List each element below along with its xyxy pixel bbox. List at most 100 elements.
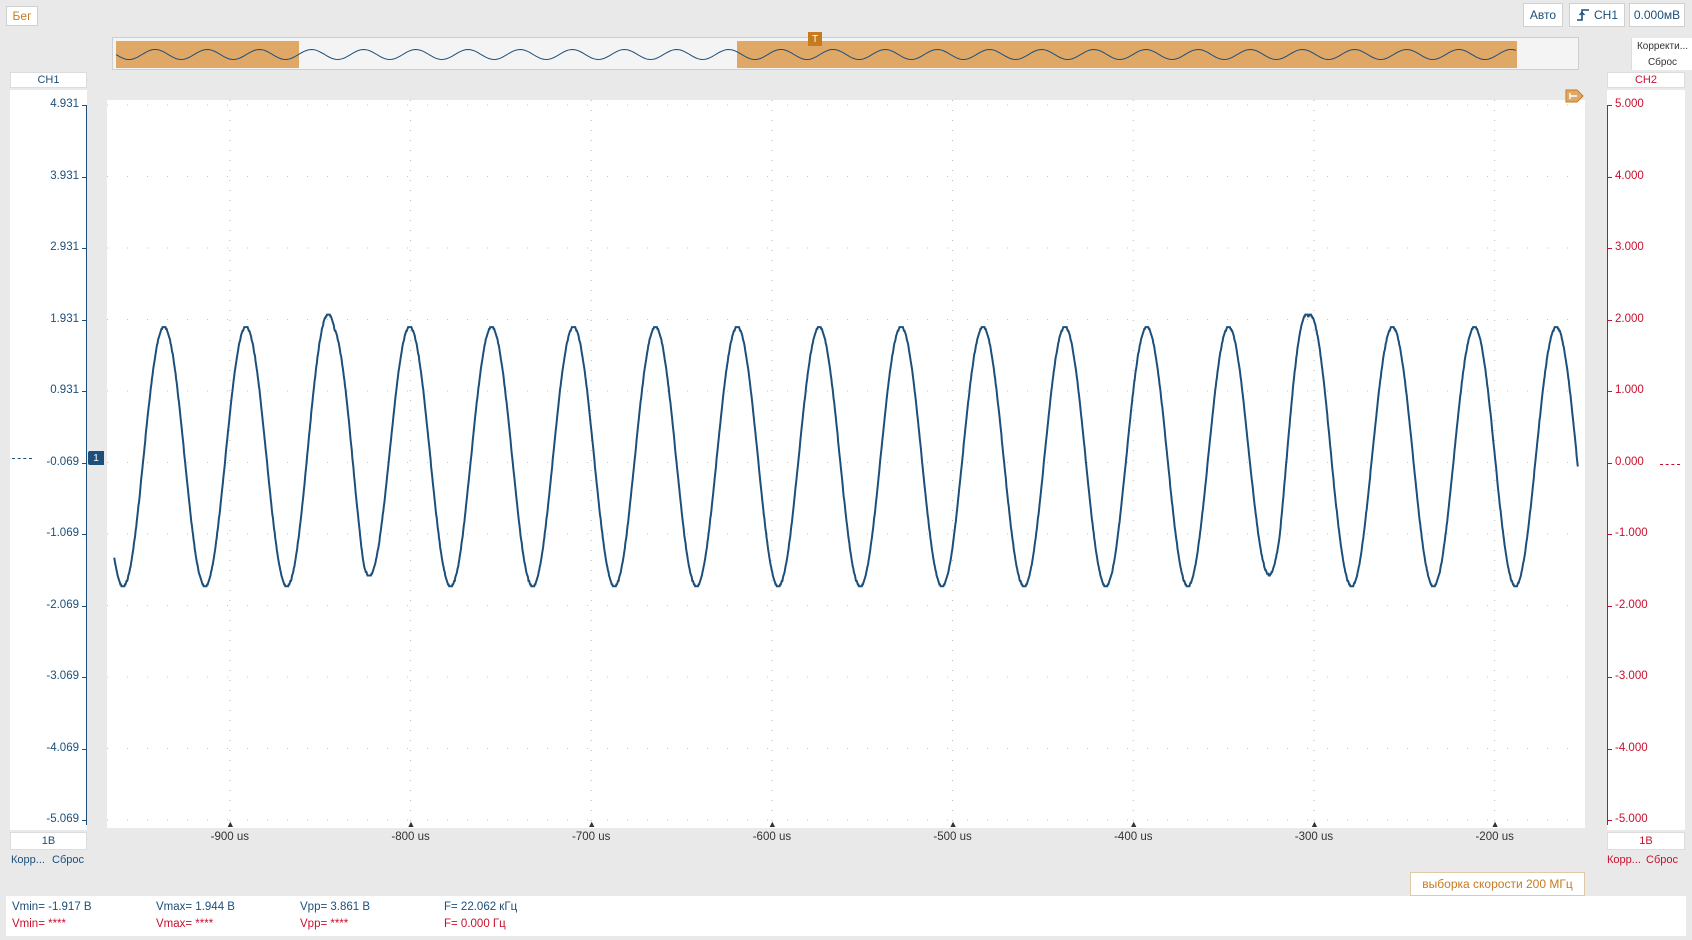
ch1-zero-dash [12,458,32,459]
waveform-svg [107,100,1585,828]
trigger-level-button[interactable]: 0.000мВ [1629,3,1685,27]
ch2-y-tick-mark [1607,391,1612,392]
x-tick-label: -600 us [752,831,792,843]
ch1-correct-link[interactable]: Корр... [11,854,45,866]
ch2-y-tick: 3.000 [1615,241,1644,253]
ch1-scale-button[interactable]: 1В [10,832,87,850]
ch2-y-tick-mark [1607,319,1612,321]
ch2-y-tick-mark [1607,105,1612,106]
sample-rate-indicator: выборка скорости 200 МГц [1410,872,1585,896]
measurements-panel: Vmin= -1.917 В Vmax= 1.944 В Vpp= 3.861 … [6,896,1686,936]
ch1-y-tick-mark [82,605,87,607]
ch1-offset-marker[interactable]: 1 [88,451,104,465]
ch2-scale-label: 1В [1639,835,1653,847]
ch1-y-tick-mark [82,677,87,678]
ch2-axis: 5.000 4.000 3.000 2.000 1.000 0.000 -1.000 -2.0… [1607,90,1685,830]
ch1-y-tick: -4.069 [46,741,79,754]
overview-reset-button[interactable]: Сброс [1631,54,1692,70]
ch1-header[interactable]: CH1 [10,72,87,88]
x-tick-mark: ▲ [767,819,777,829]
x-tick-mark: ▲ [1490,819,1500,829]
ch2-y-tick-mark [1607,534,1612,535]
x-tick-label: -800 us [391,831,430,843]
x-tick-mark: ▲ [587,819,597,829]
ch1-axis: 4.931 3.931 2.931 1.931 0.931 -0.069 -1.069 -2.… [10,90,87,830]
ch1-y-tick-mark [82,462,87,464]
ch1-y-tick: -5.069 [46,813,79,825]
ch2-y-tick-mark [1607,820,1612,821]
ch1-y-tick: 1.931 [50,312,79,325]
ch1-y-tick: 3.931 [50,169,79,182]
ch1-y-tick: 2.931 [50,241,79,253]
ch2-vpp: Vpp= **** [300,918,349,930]
x-tick-label: -500 us [933,831,972,843]
trigger-position-marker[interactable]: T [808,32,822,46]
ch2-axis-line [1607,105,1608,825]
ch2-y-tick: 4.000 [1615,169,1644,182]
ch2-y-tick: -4.000 [1615,741,1648,754]
ch1-waveform [113,313,1579,588]
x-tick-label: -700 us [572,831,611,843]
ch2-vmax: Vmax= **** [156,918,214,930]
x-tick-mark: ▲ [406,819,416,829]
x-tick-label: -200 us [1475,831,1514,843]
ch2-vmin: Vmin= **** [12,918,67,930]
ch1-y-tick-mark [82,391,87,392]
ch2-y-tick-mark [1607,462,1612,464]
ch1-y-tick-mark [82,176,87,178]
ch2-y-tick-mark [1607,605,1612,607]
ch1-y-tick: -3.069 [46,670,79,682]
ch1-y-tick-mark [82,105,87,106]
trigger-channel-label: CH1 [1593,8,1618,22]
ch1-scale-label: 1В [41,835,56,847]
ch2-trigger-marker[interactable] [1565,89,1585,103]
ch1-vpp: Vpp= 3.861 В [300,901,371,913]
x-tick-label: -400 us [1114,831,1153,843]
ch2-y-tick-mark [1607,248,1612,249]
ch1-y-tick-mark [82,248,87,249]
ch1-frequency: F= 22.062 кГц [444,901,518,913]
ch2-y-tick-mark [1607,677,1612,678]
ch2-correct-link[interactable]: Корр... [1607,854,1641,866]
x-tick-mark: ▲ [225,819,235,829]
ch1-vmin: Vmin= -1.917 В [12,901,92,913]
x-tick-label: -900 us [210,831,250,843]
run-status[interactable]: Бег [6,6,38,26]
ch1-y-tick: 0.931 [50,384,79,396]
ch2-y-tick: 2.000 [1615,312,1644,325]
ch2-title: CH2 [1634,74,1657,86]
ch2-y-tick: -5.000 [1615,813,1648,825]
rising-edge-icon [1576,9,1589,21]
ch2-zero-dash [1660,464,1680,465]
ch2-y-tick-mark [1607,176,1612,178]
ch1-axis-line [86,105,87,825]
waveform-plot[interactable] [107,89,1585,828]
ch1-y-tick: -0.069 [46,455,79,468]
x-tick-mark: ▲ [1309,819,1319,829]
ch1-y-tick: 4.931 [50,98,79,110]
ch2-y-tick-mark [1607,748,1612,750]
ch1-y-tick: -1.069 [46,527,79,539]
x-tick-mark: ▲ [1129,819,1139,829]
ch2-frequency: F= 0.000 Гц [444,918,506,930]
trigger-channel-button[interactable]: CH1 [1569,3,1625,27]
ch2-y-tick: -3.000 [1615,670,1648,682]
ch2-scale-button[interactable]: 1В [1607,832,1685,850]
ch1-y-tick: -2.069 [46,598,79,611]
ch2-reset-link[interactable]: Сброс [1646,854,1678,866]
ch1-y-tick-mark [82,820,87,821]
ch2-y-tick: -2.000 [1615,598,1648,611]
ch2-y-tick: 0.000 [1615,455,1644,468]
ch1-y-tick-mark [82,748,87,750]
x-tick-mark: ▲ [948,819,958,829]
ch2-y-tick: -1.000 [1615,527,1648,539]
ch1-y-tick-mark [82,534,87,535]
waveform-overview[interactable]: T Корректи... Сброс [112,32,1692,70]
trigger-mode-button[interactable]: Авто [1523,3,1563,27]
ch1-reset-link[interactable]: Сброс [52,854,84,866]
overview-correct-button[interactable]: Корректи... [1631,38,1692,54]
x-tick-label: -300 us [1294,831,1334,843]
ch2-header[interactable]: CH2 [1607,72,1685,88]
ch2-y-tick: 5.000 [1615,98,1644,110]
ch1-vmax: Vmax= 1.944 В [156,901,235,913]
